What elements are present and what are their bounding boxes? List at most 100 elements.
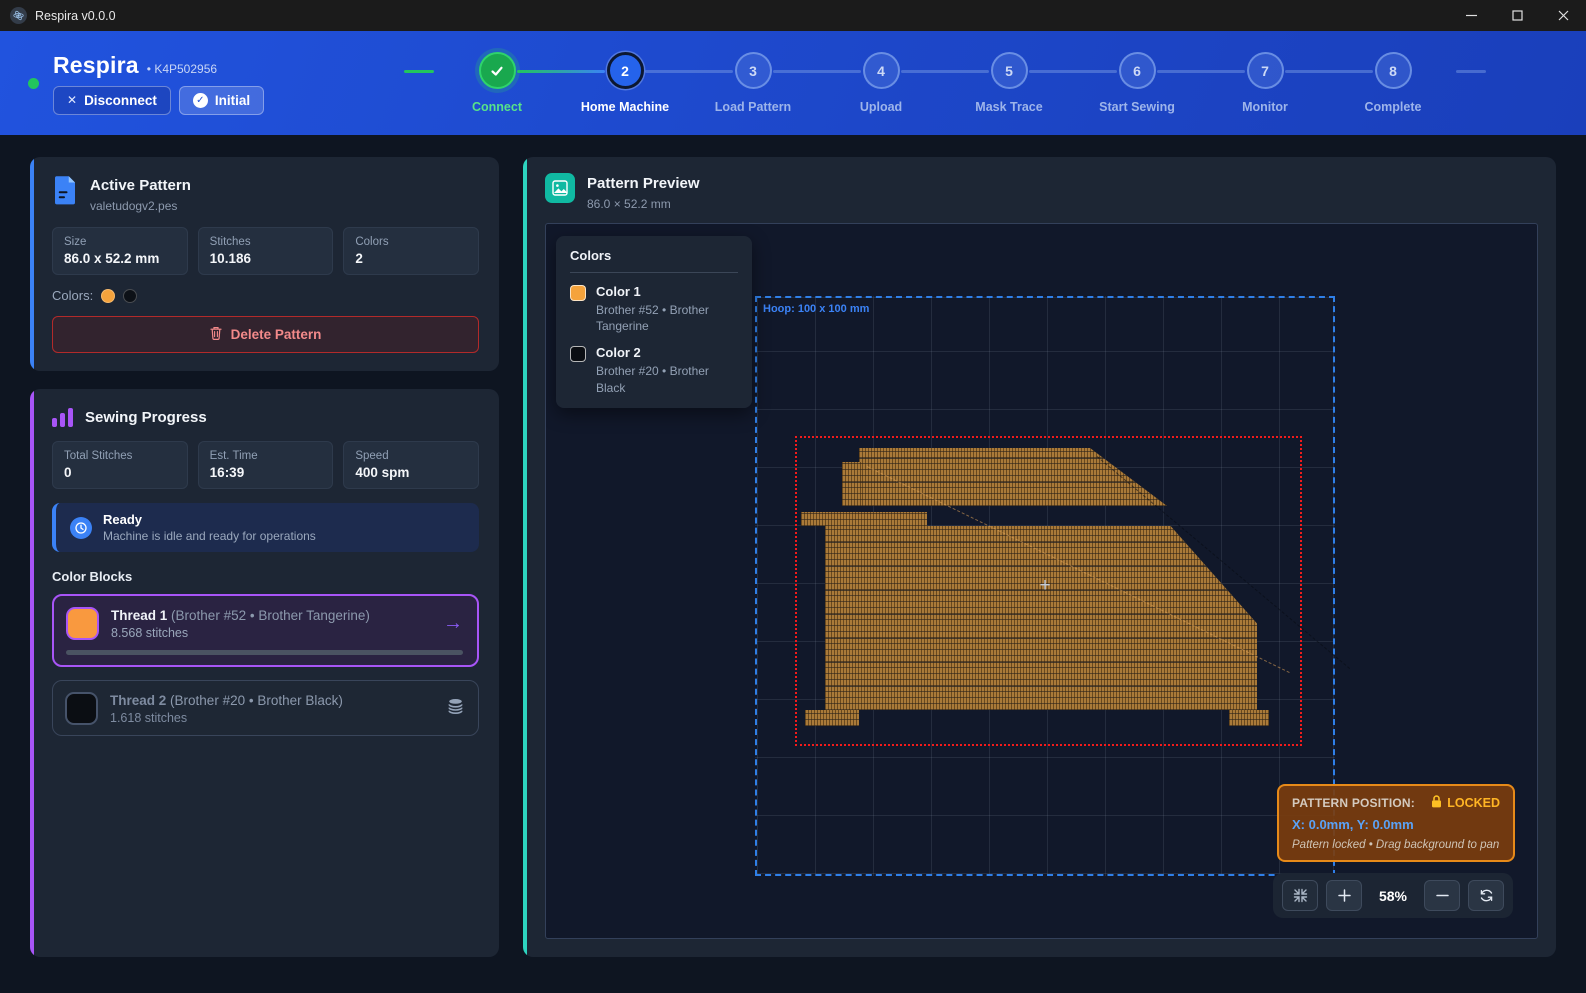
position-label: PATTERN POSITION: [1292, 796, 1415, 810]
legend-title: Colors [570, 248, 738, 273]
hoop-outline: Hoop: 100 x 100 mm + [755, 296, 1335, 876]
legend-color-desc: Brother #20 • Brother Black [596, 363, 738, 395]
legend-color-name: Color 2 [596, 345, 738, 360]
stat-value: 0 [64, 465, 176, 480]
card-accent [523, 157, 527, 957]
image-icon [545, 173, 575, 203]
step-monitor[interactable]: 7 Monitor [1202, 52, 1328, 114]
clock-icon [70, 517, 92, 539]
card-title: Sewing Progress [85, 407, 207, 426]
stat-value: 86.0 x 52.2 mm [64, 251, 176, 266]
step-start-sewing[interactable]: 6 Start Sewing [1074, 52, 1200, 114]
legend-item-color2: Color 2 Brother #20 • Brother Black [570, 345, 738, 395]
step-upload[interactable]: 4 Upload [818, 52, 944, 114]
delete-pattern-label: Delete Pattern [231, 327, 322, 342]
stepper-connector [773, 70, 861, 73]
stat-label: Size [64, 236, 176, 248]
stat-est-time: Est. Time 16:39 [198, 441, 334, 489]
colors-legend: Colors Color 1 Brother #52 • Brother Tan… [556, 236, 752, 408]
fit-to-screen-button[interactable] [1282, 880, 1318, 911]
stat-total-stitches: Total Stitches 0 [52, 441, 188, 489]
status-title: Ready [103, 512, 316, 527]
app-title: Respira v0.0.0 [35, 9, 116, 23]
initial-label: Initial [215, 93, 250, 108]
stat-label: Stitches [210, 236, 322, 248]
thread-detail: (Brother #20 • Brother Black) [170, 693, 343, 708]
pan-hint: Pattern locked • Drag background to pan [1292, 839, 1500, 851]
stat-value: 10.186 [210, 251, 322, 266]
step-number: 3 [735, 52, 772, 89]
card-title: Active Pattern [90, 175, 191, 194]
initial-button[interactable]: ✓ Initial [179, 86, 264, 115]
step-complete[interactable]: 8 Complete [1330, 52, 1456, 114]
thread-progress-bar [66, 650, 463, 655]
stat-label: Speed [355, 450, 467, 462]
legend-color-desc: Brother #52 • Brother Tangerine [596, 302, 738, 334]
step-label: Start Sewing [1099, 100, 1175, 114]
pattern-coordinates: X: 0.0mm, Y: 0.0mm [1292, 817, 1500, 832]
thread-name: Thread 1 [111, 608, 167, 623]
stat-colors: Colors 2 [343, 227, 479, 275]
step-number: 2 [607, 52, 644, 89]
bar-chart-icon [52, 407, 73, 427]
stat-stitches: Stitches 10.186 [198, 227, 334, 275]
step-check-icon [479, 52, 516, 89]
stat-speed: Speed 400 spm [343, 441, 479, 489]
card-title: Pattern Preview [587, 173, 700, 192]
thread-1-block[interactable]: Thread 1 (Brother #52 • Brother Tangerin… [52, 594, 479, 667]
zoom-out-button[interactable] [1424, 880, 1460, 911]
stat-value: 400 spm [355, 465, 467, 480]
thread-2-swatch [65, 692, 98, 725]
sewing-progress-card: Sewing Progress Total Stitches 0 Est. Ti… [30, 389, 499, 957]
card-accent [30, 389, 34, 957]
stepper-connector [901, 70, 989, 73]
workflow-stepper: Connect 2 Home Machine 3 Load Pattern 4 … [404, 52, 1486, 114]
stat-value: 2 [355, 251, 467, 266]
stat-size: Size 86.0 x 52.2 mm [52, 227, 188, 275]
pattern-preview-card: Pattern Preview 86.0 × 52.2 mm Hoop: 100… [523, 157, 1556, 957]
app-window: Respira v0.0.0 Respira • K4P502956 ✕ Dis… [0, 0, 1586, 993]
delete-pattern-button[interactable]: Delete Pattern [52, 316, 479, 353]
maximize-button[interactable] [1494, 0, 1540, 31]
step-mask-trace[interactable]: 5 Mask Trace [946, 52, 1072, 114]
thread-name: Thread 2 [110, 693, 166, 708]
color-dot-tangerine [101, 289, 115, 303]
titlebar: Respira v0.0.0 [0, 0, 1586, 31]
machine-serial: • K4P502956 [147, 62, 217, 76]
pattern-stitches [1229, 710, 1269, 726]
color-blocks-heading: Color Blocks [52, 569, 479, 584]
step-connect[interactable]: Connect [434, 52, 560, 114]
pattern-stitches [842, 462, 862, 506]
stepper-connector [1029, 70, 1117, 73]
zoom-toolbar: 58% [1273, 873, 1513, 918]
disconnect-button[interactable]: ✕ Disconnect [53, 86, 171, 115]
zoom-in-button[interactable] [1326, 880, 1362, 911]
brand-title: Respira [53, 52, 139, 79]
active-pattern-card: Active Pattern valetudogv2.pes Size 86.0… [30, 157, 499, 371]
check-circle-icon: ✓ [193, 93, 208, 108]
zoom-level: 58% [1370, 888, 1416, 904]
legend-swatch-tangerine [570, 285, 586, 301]
pattern-dimensions: 86.0 × 52.2 mm [587, 197, 700, 211]
step-label: Mask Trace [975, 100, 1042, 114]
thread-2-block[interactable]: Thread 2 (Brother #20 • Brother Black) 1… [52, 680, 479, 736]
step-label: Monitor [1242, 100, 1288, 114]
legend-color-name: Color 1 [596, 284, 738, 299]
pattern-position-overlay: PATTERN POSITION: LOCKED X: 0.0mm, Y: 0.… [1277, 784, 1515, 862]
preview-canvas[interactable]: Hoop: 100 x 100 mm + [545, 223, 1538, 939]
pattern-stitches [805, 710, 859, 726]
color-dot-black [123, 289, 137, 303]
reset-view-button[interactable] [1468, 880, 1504, 911]
step-number: 5 [991, 52, 1028, 89]
step-number: 7 [1247, 52, 1284, 89]
minimize-button[interactable] [1448, 0, 1494, 31]
step-home-machine[interactable]: 2 Home Machine [562, 52, 688, 114]
header: Respira • K4P502956 ✕ Disconnect ✓ Initi… [0, 31, 1586, 135]
disconnect-x-icon: ✕ [67, 93, 77, 107]
file-icon [52, 175, 78, 210]
step-load-pattern[interactable]: 3 Load Pattern [690, 52, 816, 114]
disconnect-label: Disconnect [84, 93, 157, 108]
arrow-right-icon: → [443, 612, 463, 635]
card-accent [30, 157, 34, 371]
close-button[interactable] [1540, 0, 1586, 31]
